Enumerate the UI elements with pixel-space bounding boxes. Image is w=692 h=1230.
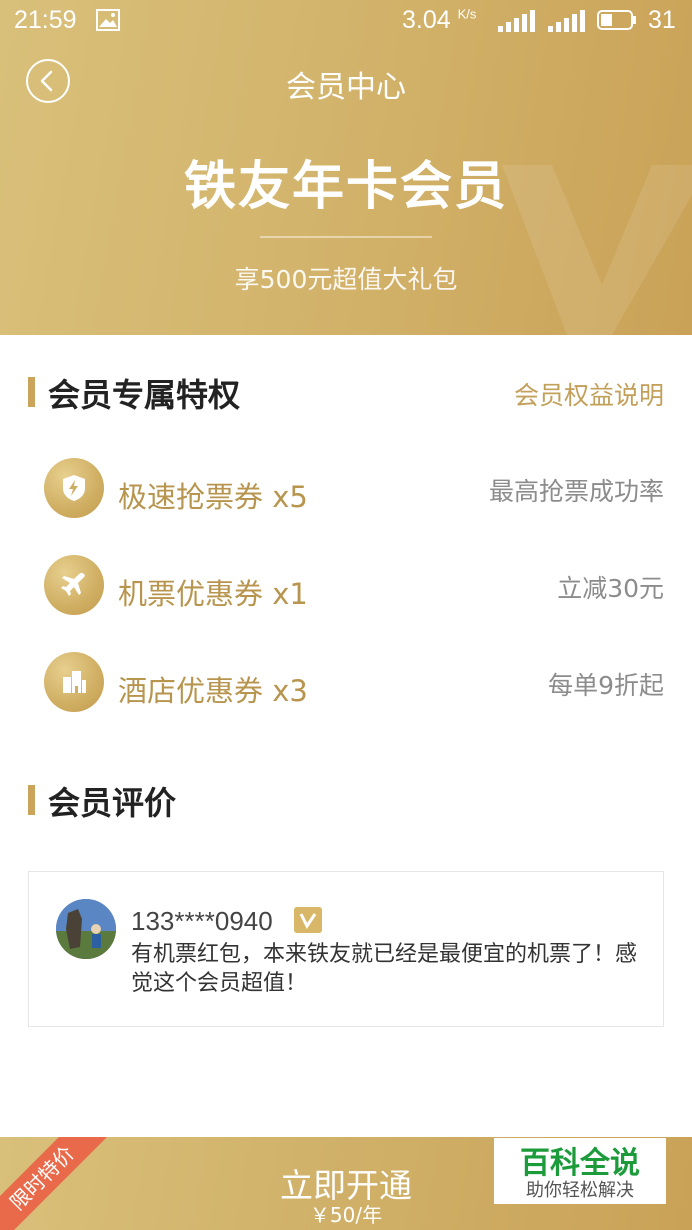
privilege-icon-badge	[44, 652, 104, 712]
battery-icon	[597, 10, 636, 30]
page-title: 会员中心	[286, 70, 406, 105]
membership-title: 铁友年卡会员	[183, 157, 508, 217]
image-icon	[96, 9, 120, 31]
avatar	[56, 899, 116, 959]
reviews-heading: 会员评价	[48, 784, 177, 822]
avatar-photo	[56, 899, 116, 959]
v-member-badge-icon	[294, 907, 322, 933]
membership-subtitle: 享500元超值大礼包	[234, 265, 458, 294]
privilege-label: 极速抢票券 x5	[118, 480, 308, 514]
hotel-building-icon	[63, 671, 86, 693]
hero-banner: 21:59 3.04 K/s 31 会员中心 铁友年卡会员 享500元超值大礼包	[0, 0, 692, 335]
privilege-label: 酒店优惠券 x3	[118, 674, 308, 708]
status-time: 21:59	[14, 6, 77, 34]
watermark: 百科全说 助你轻松解决	[494, 1138, 666, 1204]
review-username: 133****0940	[131, 906, 273, 936]
privilege-icon-badge	[44, 555, 104, 615]
section-marker	[28, 785, 35, 815]
benefits-info-link[interactable]: 会员权益说明	[514, 376, 664, 412]
review-card: 133****0940 有机票红包，本来铁友就已经是最便宜的机票了！感觉这个会员…	[28, 871, 664, 1027]
review-text: 有机票红包，本来铁友就已经是最便宜的机票了！感觉这个会员超值！	[131, 942, 638, 996]
privilege-desc: 最高抢票成功率	[488, 477, 664, 506]
watermark-subtitle: 助你轻松解决	[526, 1180, 634, 1201]
battery-level: 31	[648, 6, 676, 34]
privilege-desc: 立减30元	[557, 574, 664, 603]
section-marker	[28, 377, 35, 407]
4g-signal-icon	[548, 10, 585, 32]
signal-icon	[498, 10, 535, 32]
privileges-heading: 会员专属特权	[48, 376, 241, 414]
privilege-desc: 每单9折起	[548, 671, 664, 700]
network-speed: 3.04 K/s	[402, 6, 477, 34]
hero-divider	[260, 236, 432, 238]
lightning-shield-icon	[63, 475, 85, 501]
airplane-icon	[61, 572, 85, 596]
status-bar: 21:59 3.04 K/s 31	[0, 0, 692, 44]
privilege-label: 机票优惠券 x1	[118, 577, 308, 611]
privilege-icon-badge	[44, 458, 104, 518]
